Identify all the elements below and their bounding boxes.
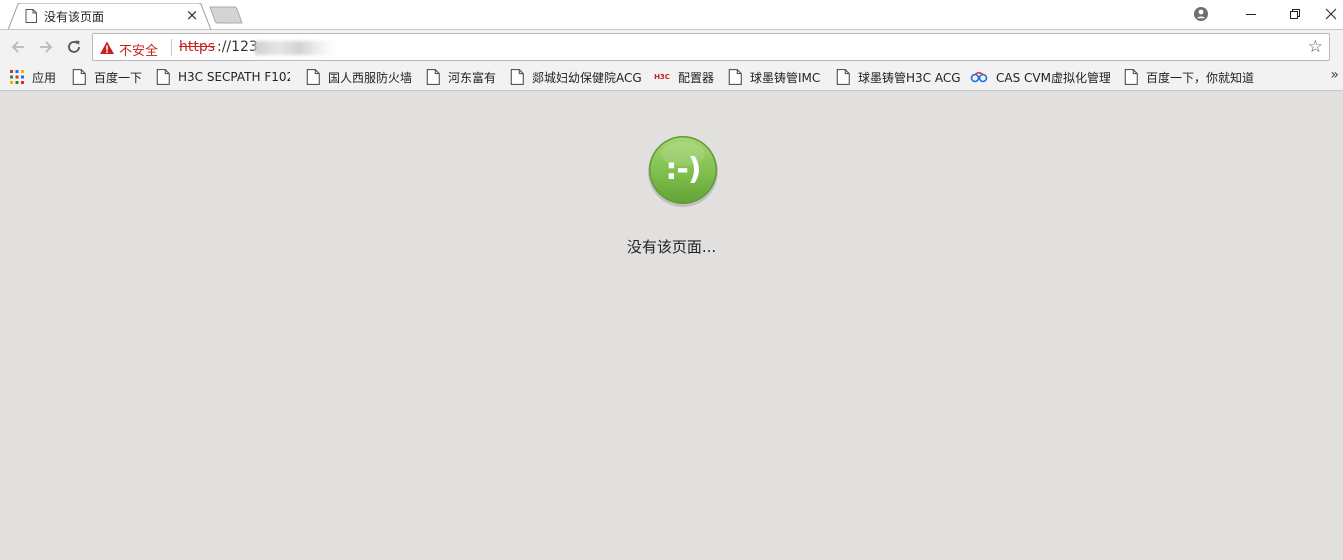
- warning-icon: [100, 41, 114, 54]
- bookmark-cas-cvm[interactable]: CAS CVM虚拟化管理: [970, 68, 1110, 86]
- h3c-logo-icon: H3C: [654, 73, 670, 81]
- arrow-right-icon: [40, 41, 53, 53]
- page-icon: [25, 9, 37, 23]
- tab-close-button[interactable]: ×: [184, 7, 200, 23]
- bookmark-configurator[interactable]: H3C 配置器: [652, 68, 714, 86]
- smiley-text: :-): [665, 151, 701, 187]
- new-tab-button[interactable]: [208, 6, 244, 24]
- page-icon: [72, 69, 86, 85]
- title-bar: 没有该页面 ×: [0, 0, 1343, 30]
- bookmark-imc[interactable]: 球墨铸管IMC: [728, 68, 820, 86]
- page-icon: [156, 69, 170, 85]
- minimize-icon: [1246, 14, 1256, 15]
- bookmark-h3c-secpath[interactable]: H3C SECPATH F102: [156, 68, 290, 86]
- profile-icon[interactable]: [1190, 4, 1212, 24]
- bookmark-apps[interactable]: 应用: [10, 68, 56, 86]
- security-separator: [171, 39, 172, 56]
- restore-button[interactable]: [1272, 0, 1318, 28]
- arrow-left-icon: [11, 41, 24, 53]
- bookmark-label: 河东富有: [448, 70, 497, 85]
- smiley-icon: :-): [646, 134, 720, 208]
- bookmark-label: 配置器: [678, 70, 715, 85]
- page-icon: [836, 69, 850, 85]
- minimize-button[interactable]: [1228, 0, 1274, 28]
- bookmark-label: 百度一下: [94, 70, 143, 85]
- bookmark-baidu-know[interactable]: 百度一下，你就知道: [1124, 68, 1254, 86]
- reload-button[interactable]: [64, 37, 84, 57]
- bookmarks-bar: 应用 百度一下 H3C SECPATH F102 国人西服防火墙 河东富有 郯城…: [0, 63, 1343, 91]
- bookmark-h3c-acg[interactable]: 球墨铸管H3C ACG: [836, 68, 961, 86]
- tab-title: 没有该页面: [44, 10, 105, 24]
- page-icon: [510, 69, 524, 85]
- page-content: :-) 没有该页面...: [0, 91, 1343, 560]
- bookmarks-overflow-button[interactable]: »: [1330, 67, 1339, 83]
- page-icon: [426, 69, 440, 85]
- bookmark-label: 应用: [32, 70, 57, 85]
- restore-icon: [1290, 9, 1300, 19]
- close-icon: [1325, 8, 1336, 20]
- tab-active[interactable]: 没有该页面 ×: [8, 3, 214, 30]
- bookmark-baidu[interactable]: 百度一下: [72, 68, 142, 86]
- bookmark-label: 球墨铸管H3C ACG: [858, 70, 961, 85]
- url-redacted: [255, 41, 335, 55]
- bookmark-hedong[interactable]: 河东富有: [426, 68, 496, 86]
- page-icon: [728, 69, 742, 85]
- toolbar: 不安全 https ://123. ☆: [0, 30, 1343, 63]
- forward-button[interactable]: [36, 37, 56, 57]
- reload-icon: [68, 40, 80, 53]
- cas-logo-icon: [970, 72, 988, 83]
- url-scheme: https: [179, 39, 216, 55]
- apps-grid-icon: [10, 70, 24, 84]
- address-bar[interactable]: 不安全 https ://123. ☆: [92, 33, 1330, 61]
- page-icon: [306, 69, 320, 85]
- bookmark-star-icon[interactable]: ☆: [1308, 37, 1323, 57]
- bookmark-tancheng-acg[interactable]: 郯城妇幼保健院ACG: [510, 68, 642, 86]
- bookmark-label: H3C SECPATH F102: [178, 70, 290, 84]
- bookmark-label: 郯城妇幼保健院ACG: [532, 70, 642, 85]
- security-label[interactable]: 不安全: [119, 40, 158, 59]
- error-message: 没有该页面...: [626, 238, 717, 256]
- bookmark-label: 球墨铸管IMC: [750, 70, 821, 85]
- bookmark-label: 国人西服防火墙: [328, 70, 413, 85]
- page-icon: [1124, 69, 1138, 85]
- bookmark-label: CAS CVM虚拟化管理: [996, 70, 1110, 85]
- bookmark-label: 百度一下，你就知道: [1146, 70, 1255, 85]
- back-button[interactable]: [8, 37, 28, 57]
- bookmark-firewall[interactable]: 国人西服防火墙: [306, 68, 412, 86]
- close-window-button[interactable]: [1318, 0, 1343, 28]
